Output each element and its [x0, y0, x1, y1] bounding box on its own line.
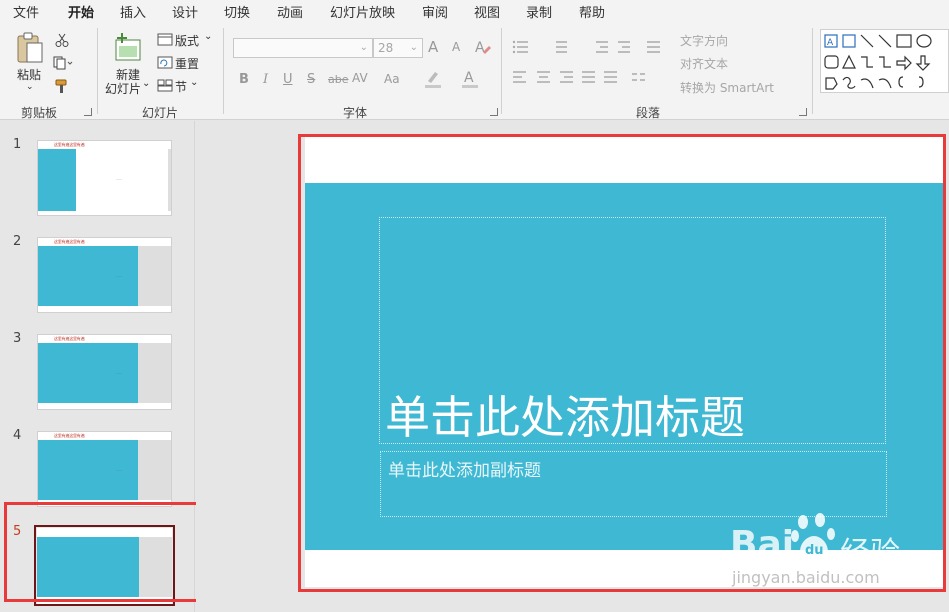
- shapes-gallery[interactable]: A: [820, 29, 949, 93]
- paste-button[interactable]: 粘贴: [17, 66, 41, 83]
- tab-home[interactable]: 开始: [68, 2, 95, 24]
- section-icon: [157, 79, 173, 92]
- paragraph-group-label: 段落: [636, 106, 661, 120]
- separator: [501, 28, 502, 114]
- slide-thumbnail-4[interactable]: 这里有遍这里有遍 ……: [37, 431, 172, 507]
- font-launcher-icon[interactable]: [490, 108, 498, 116]
- separator: [812, 28, 813, 114]
- text-direction-button[interactable]: 文字方向: [680, 32, 728, 49]
- tab-help[interactable]: 帮助: [579, 2, 605, 21]
- new-slide-button[interactable]: 幻灯片: [105, 80, 141, 97]
- baidu-watermark: Bai du 经验 jingyan.baidu.com: [730, 510, 940, 600]
- list-tools-icons[interactable]: [512, 39, 672, 55]
- tab-review[interactable]: 审阅: [422, 2, 448, 21]
- svg-text:A: A: [464, 70, 474, 86]
- text-shadow-button[interactable]: S: [307, 72, 315, 87]
- thumbnail-caption: 这里有遍这里有遍: [54, 239, 85, 244]
- clipboard-group-label: 剪贴板: [21, 106, 58, 120]
- thumbnail-number: 4: [13, 428, 22, 443]
- tab-animations[interactable]: 动画: [277, 2, 303, 21]
- format-painter-icon[interactable]: [54, 78, 70, 94]
- copy-icon[interactable]: [53, 56, 73, 70]
- underline-button[interactable]: U: [283, 72, 293, 87]
- tab-slideshow[interactable]: 幻灯片放映: [330, 2, 395, 21]
- watermark-brand: Bai: [730, 524, 795, 565]
- font-size-value: 28: [378, 41, 394, 55]
- strikethrough-button[interactable]: abe: [328, 73, 349, 86]
- convert-smartart-button[interactable]: 转换为 SmartArt: [680, 79, 774, 96]
- bold-button[interactable]: B: [239, 72, 249, 87]
- tab-file[interactable]: 文件: [13, 2, 39, 21]
- italic-button[interactable]: I: [263, 72, 268, 87]
- highlight-icon[interactable]: [424, 69, 442, 89]
- section-dropdown-icon[interactable]: ⌄: [190, 77, 198, 88]
- font-name-select[interactable]: ⌄: [233, 38, 373, 58]
- thumbnail-number: 1: [13, 137, 22, 152]
- tab-record[interactable]: 录制: [526, 2, 552, 21]
- font-size-select[interactable]: 28 ⌄: [373, 38, 423, 58]
- paw-logo-icon: du: [791, 513, 835, 558]
- svg-text:A: A: [475, 40, 485, 56]
- new-slide-icon[interactable]: [112, 32, 144, 64]
- shrink-font-button[interactable]: A: [452, 40, 460, 54]
- thumbnail-number: 2: [13, 234, 22, 249]
- font-color-icon[interactable]: A: [461, 69, 479, 89]
- new-slide-dropdown-icon[interactable]: ⌄: [142, 78, 150, 89]
- thumbnail-number: 3: [13, 331, 22, 346]
- reset-icon: [157, 56, 173, 69]
- svg-text:du: du: [805, 543, 824, 558]
- ribbon: 粘贴 ⌄ 剪贴板 新建 幻灯片 ⌄ 版式 ⌄ 重置 节 ⌄ 幻灯片 ⌄ 28 ⌄: [0, 22, 949, 120]
- separator: [97, 28, 98, 114]
- paste-dropdown-icon[interactable]: ⌄: [26, 82, 34, 92]
- layout-icon: [157, 33, 173, 46]
- tab-design[interactable]: 设计: [172, 2, 198, 21]
- slides-group-label: 幻灯片: [142, 106, 179, 120]
- thumbnail-caption: 这里有遍这里有遍: [54, 433, 85, 438]
- chevron-down-icon: ⌄: [359, 42, 368, 53]
- layout-button[interactable]: 版式: [175, 32, 199, 49]
- tab-view[interactable]: 视图: [474, 2, 500, 21]
- thumbnail-caption: 这里有遍这里有遍: [54, 336, 85, 341]
- grow-font-button[interactable]: A: [428, 38, 438, 56]
- slide-thumbnail-1[interactable]: 这里有遍这里有遍 ……: [37, 140, 172, 216]
- shapes-icons[interactable]: A: [821, 30, 949, 94]
- slide-thumbnail-3[interactable]: 这里有遍这里有遍 ……: [37, 334, 172, 410]
- watermark-url: jingyan.baidu.com: [732, 568, 880, 587]
- tab-transitions[interactable]: 切换: [224, 2, 250, 21]
- font-group-label: 字体: [343, 106, 368, 120]
- paste-icon[interactable]: [15, 31, 45, 65]
- section-button[interactable]: 节: [175, 78, 187, 95]
- change-case-button[interactable]: Aa: [384, 72, 400, 86]
- chevron-down-icon: ⌄: [409, 42, 418, 53]
- clipboard-launcher-icon[interactable]: [84, 108, 92, 116]
- tab-insert[interactable]: 插入: [120, 2, 146, 21]
- char-spacing-button[interactable]: AV: [352, 71, 368, 85]
- layout-dropdown-icon[interactable]: ⌄: [204, 31, 212, 42]
- slide-thumbnail-2[interactable]: 这里有遍这里有遍 ……: [37, 237, 172, 313]
- thumbnail-caption: 这里有遍这里有遍: [54, 142, 85, 147]
- paragraph-launcher-icon[interactable]: [799, 108, 807, 116]
- reset-button[interactable]: 重置: [175, 55, 199, 72]
- clear-format-icon[interactable]: A: [474, 38, 492, 56]
- thumbnail-highlight-frame: [4, 502, 223, 602]
- align-text-button[interactable]: 对齐文本: [680, 55, 728, 72]
- align-tools-icons[interactable]: [512, 69, 662, 85]
- separator: [223, 28, 224, 114]
- svg-text:A: A: [827, 38, 834, 48]
- watermark-jingyan: 经验: [840, 536, 900, 571]
- cut-icon[interactable]: [55, 33, 69, 47]
- menu-bar: 文件 开始 插入 设计 切换 动画 幻灯片放映 审阅 视图 录制 帮助: [0, 0, 949, 24]
